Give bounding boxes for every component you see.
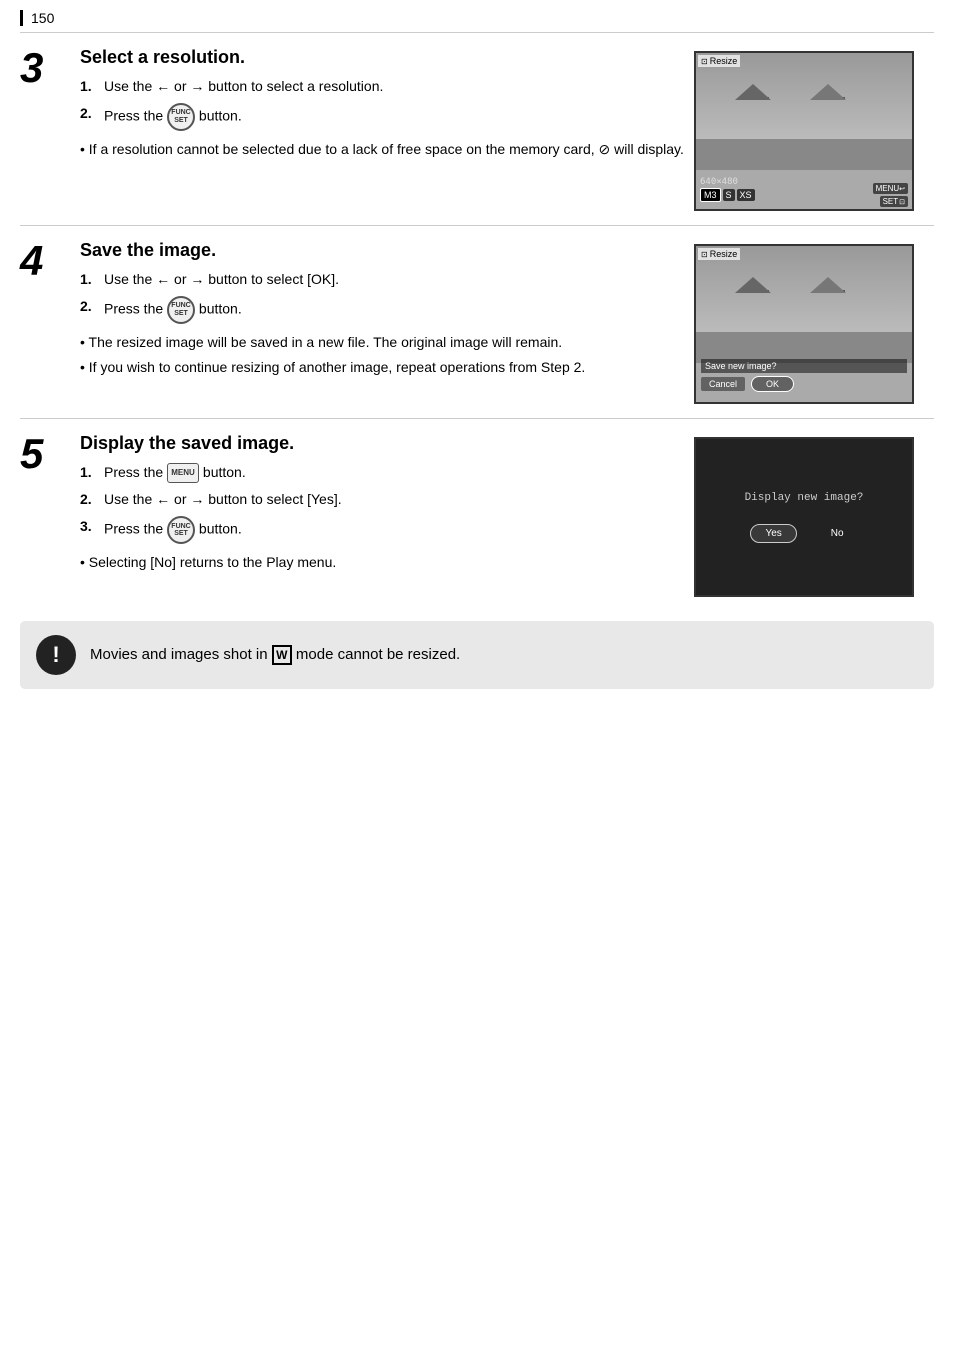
step-3-inst1-num: 1.: [80, 76, 98, 97]
screen-set-btn-3: SET⊡: [880, 196, 908, 207]
step-5-number: 5: [20, 433, 80, 475]
display-question: Display new image?: [745, 492, 864, 504]
arrow-left-icon-5: ←: [156, 491, 170, 507]
step-5-instruction-3: 3. Press the FUNCSET button.: [80, 516, 684, 544]
func-set-button-3: FUNCSET: [167, 103, 195, 131]
arrow-left-icon: ←: [156, 78, 170, 94]
or-label-5: or: [174, 491, 186, 507]
step-3-instruction-2: 2. Press the FUNCSET button.: [80, 103, 684, 131]
or-label-4: or: [174, 271, 186, 287]
display-no-btn: No: [817, 525, 858, 542]
step-4-instruction-1: 1. Use the ← or → button to select [OK].: [80, 269, 684, 290]
step-5-instruction-2: 2. Use the ← or → button to select [Yes]…: [80, 489, 684, 510]
display-screen-5: Display new image? Yes No: [694, 437, 914, 597]
beach-water: [696, 139, 912, 170]
menu-button-inline-5: MENU: [167, 463, 199, 483]
step-5-inst1-text: Press the MENU button.: [104, 462, 246, 483]
arrow-right-icon-4: →: [190, 271, 204, 287]
arrow-left-icon-4: ←: [156, 271, 170, 287]
screen-menu-btn-3: MENU↩: [873, 183, 908, 194]
step-3-content: Select a resolution. 1. Use the ← or → b…: [80, 47, 694, 164]
step-3-inst2-text: Press the FUNCSET button.: [104, 103, 242, 131]
step-5-title: Display the saved image.: [80, 433, 684, 454]
step-4-inst2-num: 2.: [80, 296, 98, 317]
step-5-inst3-text: Press the FUNCSET button.: [104, 516, 242, 544]
step-3-row: 3 Select a resolution. 1. Use the ← or →…: [20, 32, 934, 225]
screen-bottom-bar-3: M3 S XS MENU↩ SET⊡: [696, 181, 912, 209]
camera-screen-4: ⊡ Resize Save new image? Cancel OK: [694, 244, 914, 404]
step-3-inst1-text: Use the ← or → button to select a resolu…: [104, 76, 383, 97]
step-5-note-1: • Selecting [No] returns to the Play men…: [80, 552, 684, 573]
save-dialog-buttons: Cancel OK: [701, 376, 907, 392]
mode-box: W: [272, 645, 292, 665]
step-4-inst1-num: 1.: [80, 269, 98, 290]
warning-text-after: mode cannot be resized.: [292, 646, 460, 663]
step-4-note-2: • If you wish to continue resizing of an…: [80, 357, 684, 378]
step-5-inst2-num: 2.: [80, 489, 98, 510]
or-label-1: or: [174, 78, 186, 94]
save-dialog-text: Save new image?: [701, 359, 907, 373]
step-4-screen: ⊡ Resize Save new image? Cancel OK: [694, 244, 934, 404]
camera-screen-3: ⊡ Resize 640×480 M3 S XS MENU↩: [694, 51, 914, 211]
res-xs: XS: [737, 189, 755, 201]
step-5-notes: • Selecting [No] returns to the Play men…: [80, 552, 684, 573]
func-set-button-4: FUNCSET: [167, 296, 195, 324]
step-4-note-1: • The resized image will be saved in a n…: [80, 332, 684, 353]
step-3-title: Select a resolution.: [80, 47, 684, 68]
step-4-inst2-text: Press the FUNCSET button.: [104, 296, 242, 324]
step-4-row: 4 Save the image. 1. Use the ← or → butt…: [20, 225, 934, 418]
arrow-right-icon-5: →: [190, 491, 204, 507]
step-5-inst1-num: 1.: [80, 462, 98, 483]
step-3-note-1: • If a resolution cannot be selected due…: [80, 139, 684, 160]
step-4-instructions: 1. Use the ← or → button to select [OK].…: [80, 269, 684, 324]
step-4-notes: • The resized image will be saved in a n…: [80, 332, 684, 378]
screen-resize-label-4: ⊡ Resize: [698, 248, 740, 260]
step-5-row: 5 Display the saved image. 1. Press the …: [20, 418, 934, 611]
step-3-instruction-1: 1. Use the ← or → button to select a res…: [80, 76, 684, 97]
display-yes-btn: Yes: [750, 524, 796, 543]
step-3-screen: ⊡ Resize 640×480 M3 S XS MENU↩: [694, 51, 934, 211]
step-3-number: 3: [20, 47, 80, 89]
warning-icon: !: [36, 635, 76, 675]
page-number: 150: [20, 10, 934, 26]
res-m3: M3: [700, 188, 721, 202]
step-5-screen: Display new image? Yes No: [694, 437, 934, 597]
screen-right-buttons-3: MENU↩ SET⊡: [873, 183, 908, 207]
step-5-inst3-num: 3.: [80, 516, 98, 537]
dialog-cancel-btn: Cancel: [701, 377, 745, 391]
page-wrapper: 150 3 Select a resolution. 1. Use the ← …: [0, 0, 954, 709]
step-5-instruction-1: 1. Press the MENU button.: [80, 462, 684, 483]
step-5-instructions: 1. Press the MENU button. 2. Use the ← o…: [80, 462, 684, 544]
dialog-ok-btn: OK: [751, 376, 794, 392]
step-3-inst2-num: 2.: [80, 103, 98, 124]
save-dialog: Save new image? Cancel OK: [701, 359, 907, 392]
warning-box: ! Movies and images shot in W mode canno…: [20, 621, 934, 689]
step-3-notes: • If a resolution cannot be selected due…: [80, 139, 684, 160]
step-5-inst2-text: Use the ← or → button to select [Yes].: [104, 489, 342, 510]
warning-text-before: Movies and images shot in: [90, 646, 272, 663]
func-set-button-5: FUNCSET: [167, 516, 195, 544]
warning-text: Movies and images shot in W mode cannot …: [90, 644, 460, 667]
arrow-right-icon: →: [190, 78, 204, 94]
step-4-inst1-text: Use the ← or → button to select [OK].: [104, 269, 339, 290]
display-buttons: Yes No: [750, 524, 857, 543]
resolution-options: M3 S XS: [700, 188, 755, 202]
step-4-content: Save the image. 1. Use the ← or → button…: [80, 240, 694, 382]
step-4-title: Save the image.: [80, 240, 684, 261]
screen-resize-label-3: ⊡ Resize: [698, 55, 740, 67]
res-s: S: [723, 189, 735, 201]
step-3-instructions: 1. Use the ← or → button to select a res…: [80, 76, 684, 131]
step-5-content: Display the saved image. 1. Press the ME…: [80, 433, 694, 577]
step-4-number: 4: [20, 240, 80, 282]
step-4-instruction-2: 2. Press the FUNCSET button.: [80, 296, 684, 324]
